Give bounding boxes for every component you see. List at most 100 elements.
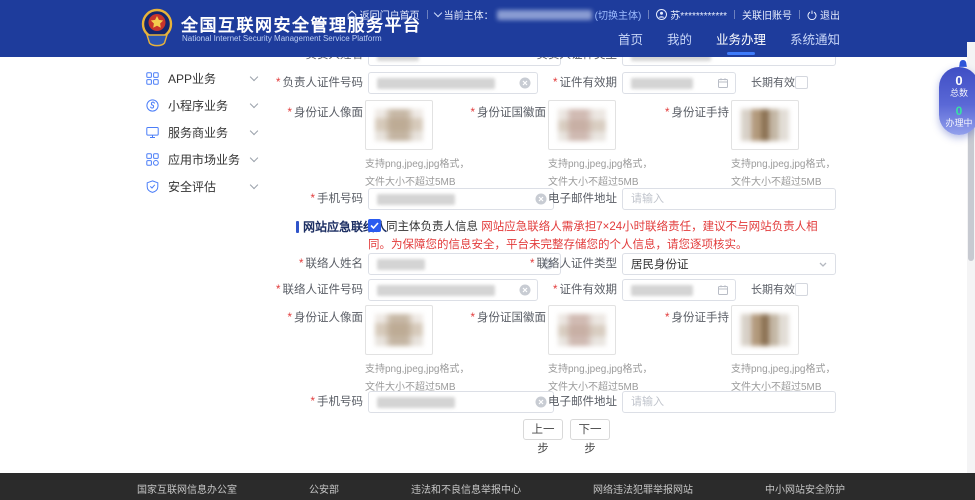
long-term-checkbox[interactable] [795,283,808,296]
home-icon [347,10,357,20]
utility-bar: 返回门户首页 当前主体： (切换主体) 苏************ 关联旧账号 … [347,7,840,22]
page: 负责人姓名 负责人证件类型 负责人证件号码 证件有效期 长期有效 身份证人像面 … [0,0,975,500]
total-count-label: 总数 [939,88,975,99]
footer: 国家互联网信息办公室 公安部 违法和不良信息举报中心 网络违法犯罪举报网站 中小… [0,473,975,500]
chevron-down-icon[interactable] [817,258,829,270]
notification-bell-icon[interactable] [957,58,969,76]
id-handheld-label: 身份证手持 [609,102,729,124]
processing-count: 0 [939,105,975,118]
uploaded-photo-blurred [741,109,789,141]
task-status-widget[interactable]: 0 总数 0 办理中 [939,67,975,135]
chevron-down-icon [250,127,258,135]
previous-step-button[interactable]: 上一步 [523,419,563,440]
sidebar-item-security-assessment[interactable]: 安全评估 [136,173,271,200]
switch-entity-link[interactable]: (切换主体) [595,7,642,22]
id-emblem-upload-box[interactable] [548,305,616,355]
same-as-responsible-label: 同主体负责人信息 [386,221,478,233]
blurred-value [631,285,693,296]
account-info[interactable]: 苏************ [656,7,727,22]
uploaded-photo-blurred [558,314,606,346]
blurred-value [377,259,425,270]
divider [648,10,649,19]
id-portrait-upload-box[interactable] [365,100,433,150]
blurred-value [377,194,455,205]
validity-label: 证件有效期 [497,279,617,301]
app-grid-icon [146,72,159,85]
chevron-down-icon [250,100,258,108]
uploaded-photo-blurred [375,109,423,141]
sidebar-item-app[interactable]: APP业务 [136,65,271,92]
blurred-value [377,397,455,408]
entity-name-blurred [497,10,592,20]
validity-date-input[interactable] [622,279,736,301]
long-term-label: 长期有效 [751,279,795,301]
emergency-note: 同主体负责人信息 网站应急联络人需承担7×24小时联络责任，建议不与网站负责人相… [368,219,840,253]
miniprogram-icon [146,99,159,112]
app-market-icon [146,153,159,166]
divider [799,10,800,19]
chevron-down-icon [250,154,258,162]
id-emblem-label: 身份证国徽面 [426,307,546,329]
footer-link-mps[interactable]: 公安部 [309,481,339,496]
sidebar-item-app-market[interactable]: 应用市场业务 [136,146,271,173]
id-handheld-upload-box[interactable] [731,100,799,150]
current-entity[interactable]: 当前主体： (切换主体) [435,7,642,22]
chevron-down-icon [433,9,441,17]
blurred-value [377,285,495,296]
sidebar: APP业务 小程序业务 服务商业务 应用市场业务 安全评估 [136,57,271,455]
id-handheld-upload-box[interactable] [731,305,799,355]
processing-count-label: 办理中 [939,118,975,129]
contact-cert-type-label: 联络人证件类型 [497,253,617,275]
total-count: 0 [939,74,975,88]
footer-link-report-center[interactable]: 违法和不良信息举报中心 [411,481,521,496]
nav-mine[interactable]: 我的 [667,29,692,57]
nav-system-notice[interactable]: 系统通知 [790,29,840,57]
nav-home[interactable]: 首页 [618,29,643,57]
divider [734,10,735,19]
same-as-responsible-checkbox[interactable] [368,219,381,237]
sidebar-item-label: 安全评估 [168,178,216,195]
uploaded-photo-blurred [741,314,789,346]
sidebar-item-label: APP业务 [168,70,216,87]
upload-hint: 支持png,jpeg,jpg格式，文件大小不超过5MB [365,156,477,191]
validity-date-input[interactable] [622,72,736,94]
long-term-checkbox[interactable] [795,76,808,89]
sidebar-item-miniprogram[interactable]: 小程序业务 [136,92,271,119]
calendar-icon[interactable] [717,77,729,89]
upload-hint: 支持png,jpeg,jpg格式，文件大小不超过5MB [548,156,660,191]
divider [427,10,428,19]
footer-links: 国家互联网信息办公室 公安部 违法和不良信息举报中心 网络违法犯罪举报网站 中小… [137,481,845,496]
id-portrait-upload-box[interactable] [365,305,433,355]
next-step-button[interactable]: 下一步 [570,419,610,440]
id-emblem-upload-box[interactable] [548,100,616,150]
email-label: 电子邮件地址 [497,391,617,413]
email-input[interactable] [622,391,836,413]
blurred-value [377,78,495,89]
section-marker [296,221,299,233]
calendar-icon[interactable] [717,284,729,296]
header: 全国互联网安全管理服务平台 National Internet Security… [0,0,975,57]
long-term-label: 长期有效 [751,72,795,94]
sidebar-item-service-provider[interactable]: 服务商业务 [136,119,271,146]
chevron-down-icon [250,181,258,189]
email-input[interactable] [622,188,836,210]
contact-cert-type-select[interactable]: 居民身份证 [622,253,836,275]
nav-business-handling[interactable]: 业务办理 [716,29,766,57]
entity-label: 当前主体： [444,7,494,22]
portal-home-link[interactable]: 返回门户首页 [347,7,420,22]
main-nav: 首页 我的 业务办理 系统通知 [618,29,840,57]
security-assessment-icon [146,180,159,193]
link-old-account[interactable]: 关联旧账号 [742,7,792,22]
id-handheld-label: 身份证手持 [609,307,729,329]
uploaded-photo-blurred [558,109,606,141]
footer-link-cac[interactable]: 国家互联网信息办公室 [137,481,237,496]
footer-link-sme-protection[interactable]: 中小网站安全防护 [765,481,845,496]
sidebar-item-label: 应用市场业务 [168,151,240,168]
blurred-value [631,78,693,89]
logout-link[interactable]: 退出 [807,7,840,22]
selected-cert-type: 居民身份证 [631,256,689,272]
email-label: 电子邮件地址 [497,188,617,210]
sidebar-item-label: 小程序业务 [168,97,228,114]
id-emblem-label: 身份证国徽面 [426,102,546,124]
footer-link-cybercrime-report[interactable]: 网络违法犯罪举报网站 [593,481,693,496]
